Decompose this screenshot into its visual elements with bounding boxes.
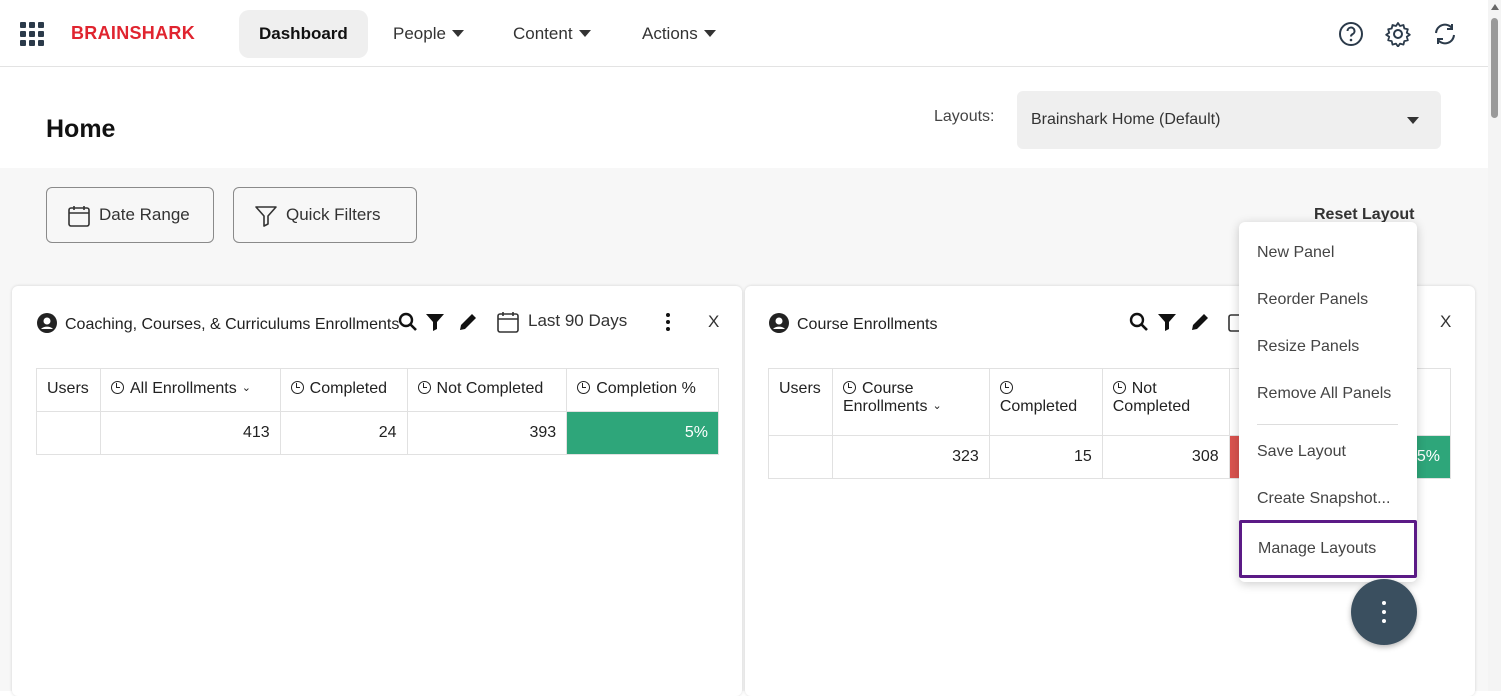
nav-dashboard[interactable]: Dashboard [239, 10, 368, 58]
panel1-close-button[interactable]: X [708, 312, 719, 332]
col-completed[interactable]: Completed [279, 368, 408, 412]
nav-people[interactable]: People [373, 10, 484, 58]
clock-icon [842, 381, 856, 394]
more-vertical-icon[interactable] [657, 311, 679, 333]
brand-logo[interactable]: BRAINSHARK [71, 23, 195, 44]
table-header-row: Users All Enrollments ⌄ Completed Not Com… [36, 368, 719, 412]
menu-divider [1257, 424, 1398, 425]
app-launcher-icon[interactable] [20, 22, 44, 46]
pencil-icon[interactable] [457, 311, 479, 333]
chevron-down-icon [578, 30, 591, 37]
date-range-button[interactable]: Date Range [46, 187, 214, 243]
col-completed-label: Completed [309, 380, 388, 397]
panel2-title-text: Course Enrollments [797, 316, 938, 333]
col-completion-pct-label: Completion % [596, 380, 696, 397]
cell-users [36, 411, 101, 455]
search-icon[interactable] [1128, 311, 1150, 333]
col-not-completed-label: Not Completed [436, 380, 544, 397]
clock-icon [577, 381, 591, 394]
filter-icon[interactable] [1156, 311, 1178, 333]
menu-create-snapshot[interactable]: Create Snapshot... [1257, 490, 1390, 508]
cell-completed[interactable]: 15 [988, 435, 1103, 479]
col-completed-label: Completed [999, 398, 1078, 415]
layouts-label: Layouts: [934, 108, 995, 125]
clock-icon [999, 381, 1013, 394]
more-actions-fab[interactable] [1351, 579, 1417, 645]
panel1-table: Users All Enrollments ⌄ Completed Not Com… [36, 368, 719, 455]
filter-icon[interactable] [424, 311, 446, 333]
col-completion-pct[interactable]: Completion % [566, 368, 719, 412]
funnel-icon [255, 206, 277, 227]
pencil-icon[interactable] [1189, 311, 1211, 333]
user-circle-icon [769, 313, 789, 333]
col-all-enrollments[interactable]: All Enrollments ⌄ [99, 368, 281, 412]
menu-manage-layouts[interactable]: Manage Layouts [1239, 520, 1417, 578]
panel2-close-button[interactable]: X [1440, 312, 1451, 332]
cell-course-enrollments[interactable]: 323 [831, 435, 990, 479]
nav-people-label: People [393, 24, 446, 43]
cell-not-completed[interactable]: 308 [1101, 435, 1230, 479]
col-not-completed[interactable]: Not Completed [406, 368, 568, 412]
menu-new-panel[interactable]: New Panel [1257, 244, 1334, 262]
quick-filters-label: Quick Filters [286, 205, 381, 224]
layouts-select[interactable]: Brainshark Home (Default) [1017, 91, 1441, 149]
chevron-down-icon [1407, 117, 1419, 124]
panel1-title-text: Coaching, Courses, & Curriculums Enrollm… [65, 316, 400, 333]
col-completed[interactable]: Completed [988, 368, 1103, 436]
chevron-down-icon [703, 30, 716, 37]
col-users[interactable]: Users [768, 368, 833, 436]
sync-icon[interactable] [1432, 21, 1458, 47]
menu-resize-panels[interactable]: Resize Panels [1257, 338, 1359, 356]
clock-icon [417, 381, 431, 394]
search-icon[interactable] [397, 311, 419, 333]
scrollbar-thumb[interactable] [1491, 18, 1498, 118]
top-nav-bar: BRAINSHARK Dashboard People Content Acti… [0, 0, 1488, 67]
help-icon[interactable] [1338, 21, 1364, 47]
fab-dot [1382, 601, 1386, 605]
scroll-up-icon[interactable] [1491, 4, 1499, 10]
calendar-icon [497, 312, 519, 333]
table-row[interactable]: 413 24 393 5% [36, 411, 719, 455]
col-not-completed[interactable]: Not Completed [1101, 368, 1230, 436]
col-all-enrollments-label: All Enrollments [129, 380, 237, 397]
menu-remove-all-panels[interactable]: Remove All Panels [1257, 385, 1391, 403]
quick-filters-button[interactable]: Quick Filters [233, 187, 417, 243]
page-title: Home [46, 115, 116, 143]
nav-dashboard-label: Dashboard [259, 24, 348, 43]
panel1-date-label: Last 90 Days [528, 311, 628, 330]
panel-actions-menu: New Panel Reorder Panels Resize Panels R… [1239, 222, 1417, 582]
cell-not-completed[interactable]: 393 [406, 411, 568, 455]
nav-content[interactable]: Content [493, 10, 611, 58]
panel2-title: Course Enrollments [769, 313, 938, 334]
user-circle-icon [37, 313, 57, 333]
cell-all-enrollments[interactable]: 413 [99, 411, 281, 455]
date-range-label: Date Range [99, 205, 190, 224]
clock-icon [290, 381, 304, 394]
nav-actions-label: Actions [642, 24, 698, 43]
fab-dot [1382, 619, 1386, 623]
cell-completion-pct: 5% [566, 411, 719, 455]
chevron-down-icon: ⌄ [932, 400, 942, 412]
clock-icon [110, 381, 124, 394]
gear-icon[interactable] [1385, 21, 1411, 47]
cell-users [768, 435, 833, 479]
nav-content-label: Content [513, 24, 573, 43]
layouts-select-value: Brainshark Home (Default) [1031, 111, 1221, 128]
clock-icon [1112, 381, 1126, 394]
panel1-title: Coaching, Courses, & Curriculums Enrollm… [37, 313, 399, 334]
cell-completed[interactable]: 24 [279, 411, 408, 455]
chevron-down-icon [451, 30, 464, 37]
col-course-enrollments[interactable]: Course Enrollments ⌄ [831, 368, 990, 436]
panel1-date-filter[interactable]: Last 90 Days [496, 311, 628, 333]
fab-dot [1382, 610, 1386, 614]
calendar-icon [68, 206, 90, 227]
chevron-down-icon: ⌄ [241, 382, 251, 394]
panel-coaching-enrollments [12, 286, 742, 696]
nav-actions[interactable]: Actions [622, 10, 736, 58]
menu-save-layout[interactable]: Save Layout [1257, 443, 1346, 461]
menu-reorder-panels[interactable]: Reorder Panels [1257, 291, 1368, 309]
vertical-scrollbar[interactable] [1488, 0, 1501, 691]
col-users[interactable]: Users [36, 368, 101, 412]
